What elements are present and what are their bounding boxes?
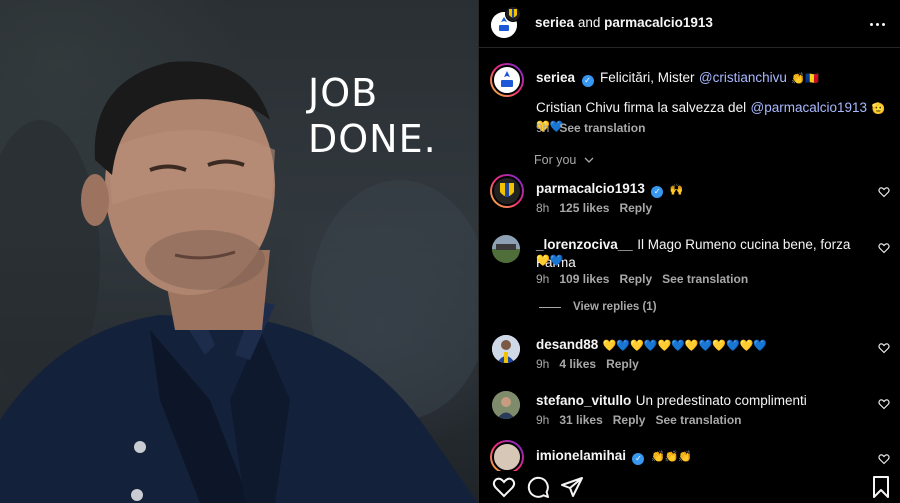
comment-likes[interactable]: 4 likes bbox=[559, 357, 596, 371]
author-1[interactable]: seriea bbox=[535, 15, 574, 30]
seriea-logo-icon bbox=[501, 71, 513, 87]
comment-avatar[interactable] bbox=[490, 174, 524, 208]
comment-line: desand88 💛💙💛💙💛💙💛💙💛💙💛💙 bbox=[536, 336, 767, 354]
verified-badge-icon: ✓ bbox=[581, 75, 594, 87]
headline-line-2: DONE. bbox=[308, 117, 437, 161]
comment-likes[interactable]: 109 likes bbox=[559, 272, 609, 286]
heart-icon[interactable] bbox=[878, 242, 890, 254]
comment-time: 9h bbox=[536, 357, 550, 371]
caption-text-1: Felicitări, Mister bbox=[599, 70, 695, 85]
parma-crest-icon bbox=[500, 183, 514, 197]
comment-line: imionelamihai ✓ 👏👏👏 bbox=[536, 447, 692, 465]
see-translation-link[interactable]: See translation bbox=[559, 121, 645, 135]
chevron-down-icon bbox=[584, 157, 594, 163]
comment-icon[interactable] bbox=[526, 475, 550, 499]
heart-icon[interactable] bbox=[492, 475, 516, 499]
comment-meta: 9h 31 likes Reply See translation bbox=[536, 413, 742, 427]
verified-badge-icon: ✓ bbox=[651, 186, 664, 198]
caption-emoji-1: 👏🇷🇴 bbox=[791, 72, 819, 85]
reply-button[interactable]: Reply bbox=[619, 201, 652, 215]
post-actions-bar bbox=[479, 471, 900, 503]
comment-line-2: 💛💙 bbox=[536, 251, 563, 269]
more-horizontal-icon[interactable] bbox=[867, 14, 887, 34]
verified-badge-icon: ✓ bbox=[632, 453, 645, 465]
comment-avatar[interactable] bbox=[492, 335, 520, 363]
view-replies-label: View replies (1) bbox=[573, 301, 657, 313]
comment-time: 9h bbox=[536, 272, 550, 286]
save-icon[interactable] bbox=[869, 475, 893, 499]
comment-username[interactable]: imionelamihai bbox=[536, 448, 626, 463]
comment-likes[interactable]: 31 likes bbox=[559, 413, 602, 427]
heart-icon[interactable] bbox=[878, 186, 890, 198]
post-header: seriea and parmacalcio1913 bbox=[479, 0, 900, 48]
comment-text: 🙌 bbox=[669, 183, 684, 196]
caption-time: 9h bbox=[536, 121, 550, 135]
comment-username[interactable]: _lorenzociva__ bbox=[536, 237, 633, 252]
comment-meta: 8h 125 likes Reply bbox=[536, 201, 652, 215]
comment-line: parmacalcio1913 ✓ 🙌 bbox=[536, 180, 683, 198]
author-joiner: and bbox=[577, 15, 601, 30]
parma-avatar[interactable] bbox=[505, 6, 521, 22]
heart-icon[interactable] bbox=[878, 398, 890, 410]
author-2[interactable]: parmacalcio1913 bbox=[604, 15, 713, 30]
post-image[interactable]: JOB DONE. bbox=[0, 0, 478, 503]
comment-time: 9h bbox=[536, 413, 550, 427]
caption-mention-2[interactable]: @parmacalcio1913 bbox=[751, 100, 868, 115]
view-replies-button[interactable]: View replies (1) bbox=[539, 301, 657, 313]
post-authors: seriea and parmacalcio1913 bbox=[535, 15, 713, 30]
reply-button[interactable]: Reply bbox=[606, 357, 639, 371]
caption-mention-1[interactable]: @cristianchivu bbox=[699, 70, 787, 85]
headline-line-1: JOB bbox=[308, 71, 379, 115]
comment-avatar[interactable] bbox=[492, 235, 520, 263]
caption-meta: 9h See translation bbox=[536, 121, 645, 135]
comments-sort-dropdown[interactable]: For you bbox=[534, 153, 594, 167]
post-headline: JOB DONE. bbox=[308, 70, 468, 162]
caption-avatar[interactable] bbox=[490, 63, 524, 97]
comment-likes[interactable]: 125 likes bbox=[559, 201, 609, 215]
reply-button[interactable]: Reply bbox=[619, 272, 652, 286]
comment-text: 👏👏👏 bbox=[650, 450, 693, 463]
comment-username[interactable]: desand88 bbox=[536, 337, 598, 352]
person-photo-icon bbox=[492, 335, 520, 363]
comment-line: _lorenzociva__ Il Mago Rumeno cucina ben… bbox=[536, 236, 876, 272]
replies-divider bbox=[539, 306, 561, 308]
caption-username[interactable]: seriea bbox=[536, 70, 575, 85]
comment-avatar[interactable] bbox=[490, 440, 524, 474]
comment-text: 💛💙💛💙💛💙💛💙💛💙💛💙 bbox=[602, 339, 768, 352]
heart-icon[interactable] bbox=[878, 453, 890, 465]
see-translation-link[interactable]: See translation bbox=[662, 272, 748, 286]
comment-username[interactable]: stefano_vitullo bbox=[536, 393, 631, 408]
caption-line-1: seriea ✓ Felicitări, Mister @cristianchi… bbox=[536, 69, 886, 87]
comments-panel: seriea and parmacalcio1913 seriea ✓ Feli… bbox=[478, 0, 900, 503]
comment-meta: 9h 109 likes Reply See translation bbox=[536, 272, 748, 286]
parma-crest-icon bbox=[509, 9, 517, 18]
caption-text-2: Cristian Chivu firma la salvezza del bbox=[536, 100, 747, 115]
share-icon[interactable] bbox=[560, 475, 584, 499]
comment-time: 8h bbox=[536, 201, 550, 215]
comment-line: stefano_vitullo Un predestinato complime… bbox=[536, 392, 807, 410]
comment-meta: 9h 4 likes Reply bbox=[536, 357, 639, 371]
comment-avatar[interactable] bbox=[492, 391, 520, 419]
stadium-photo-icon bbox=[492, 235, 520, 263]
comment-text-2: 💛💙 bbox=[536, 254, 564, 267]
comment-text: Un predestinato complimenti bbox=[635, 393, 807, 408]
reply-button[interactable]: Reply bbox=[613, 413, 646, 427]
heart-icon[interactable] bbox=[878, 342, 890, 354]
sort-label: For you bbox=[534, 153, 577, 167]
see-translation-link[interactable]: See translation bbox=[655, 413, 741, 427]
person-photo-icon bbox=[492, 391, 520, 419]
comment-username[interactable]: parmacalcio1913 bbox=[536, 181, 645, 196]
